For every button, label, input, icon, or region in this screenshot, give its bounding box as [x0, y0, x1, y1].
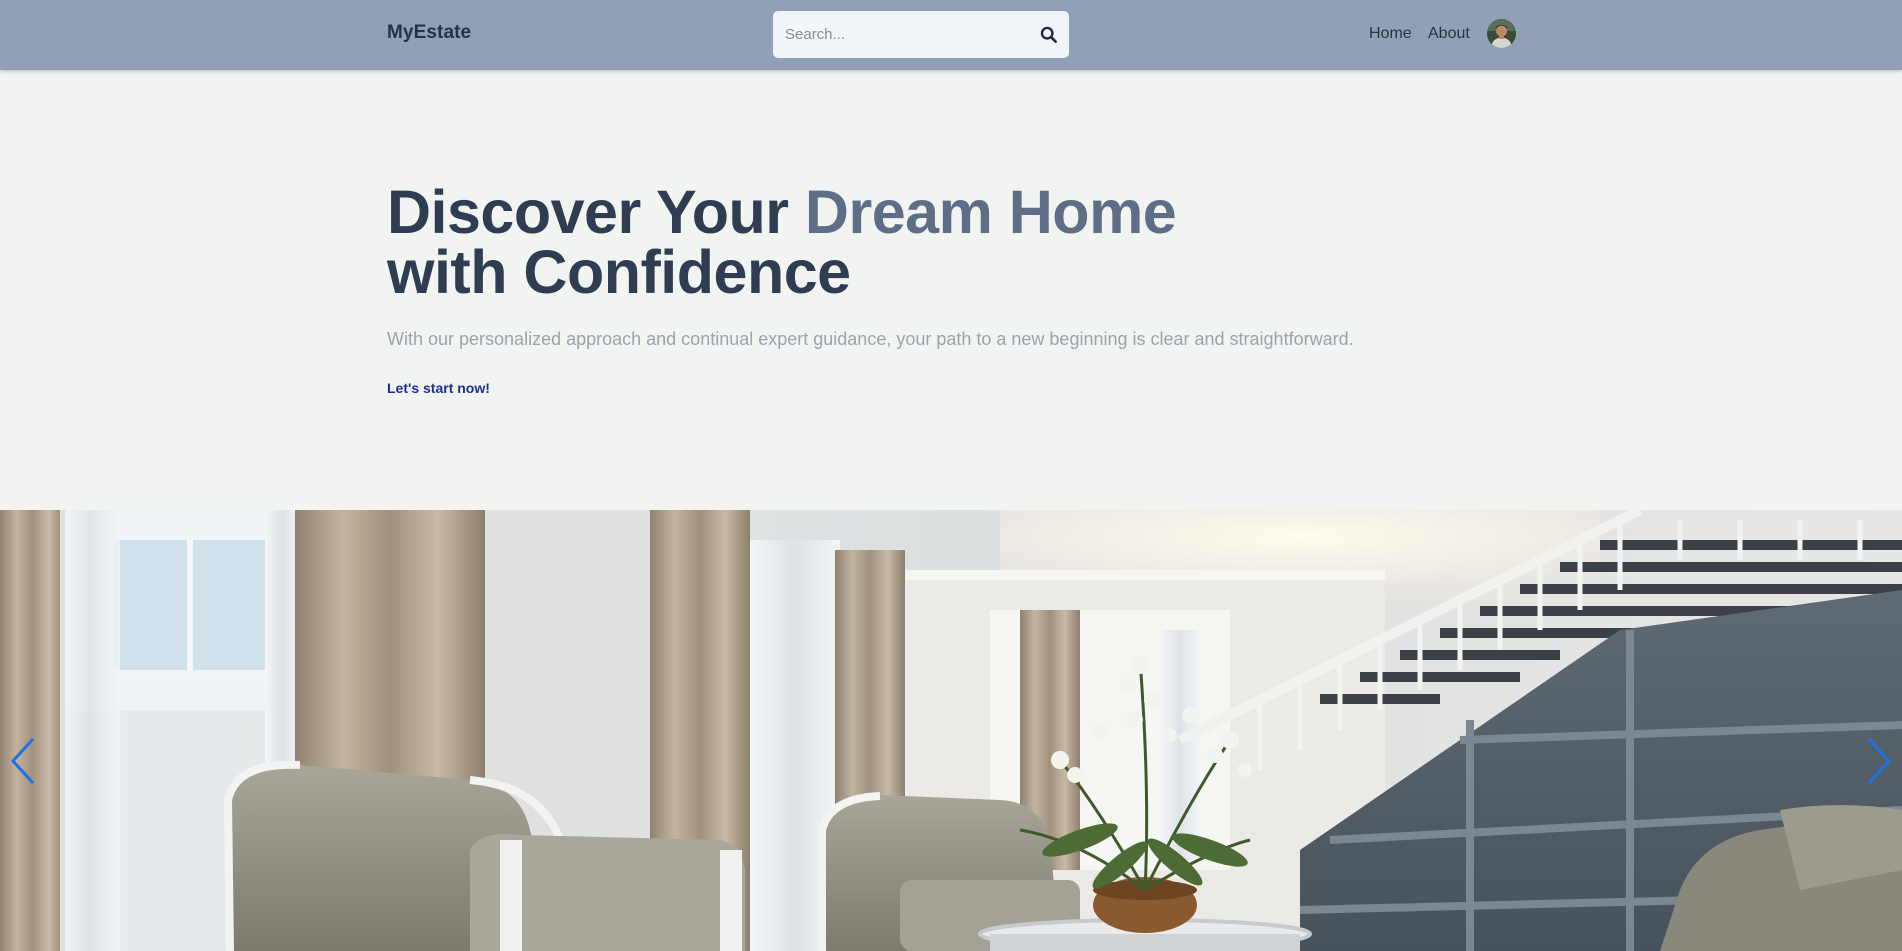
start-now-link[interactable]: Let's start now! — [387, 380, 490, 396]
hero-title-accent: Dream Home — [804, 178, 1177, 246]
navbar: MyEstate Home About — [0, 0, 1902, 70]
search-icon[interactable] — [1040, 26, 1058, 44]
search-input[interactable] — [773, 11, 1023, 58]
user-avatar[interactable] — [1487, 19, 1516, 48]
image-carousel — [0, 510, 1902, 951]
search-box — [773, 11, 1069, 58]
hero-title: Discover Your Dream Home with Confidence — [387, 182, 1177, 303]
hero-title-part2: with Confidence — [387, 238, 851, 306]
chevron-left-icon[interactable] — [8, 735, 38, 787]
chevron-right-icon[interactable] — [1864, 735, 1894, 787]
living-room-photo — [0, 510, 1902, 951]
brand-logo[interactable]: MyEstate — [387, 22, 471, 44]
hero-section: Discover Your Dream Home with Confidence… — [0, 70, 1902, 510]
hero-subtitle: With our personalized approach and conti… — [387, 329, 1354, 349]
hero-title-part1: Discover Your — [387, 178, 805, 246]
nav-link-home[interactable]: Home — [1369, 25, 1412, 43]
avatar-icon — [1487, 19, 1516, 48]
nav-link-about[interactable]: About — [1428, 25, 1470, 43]
